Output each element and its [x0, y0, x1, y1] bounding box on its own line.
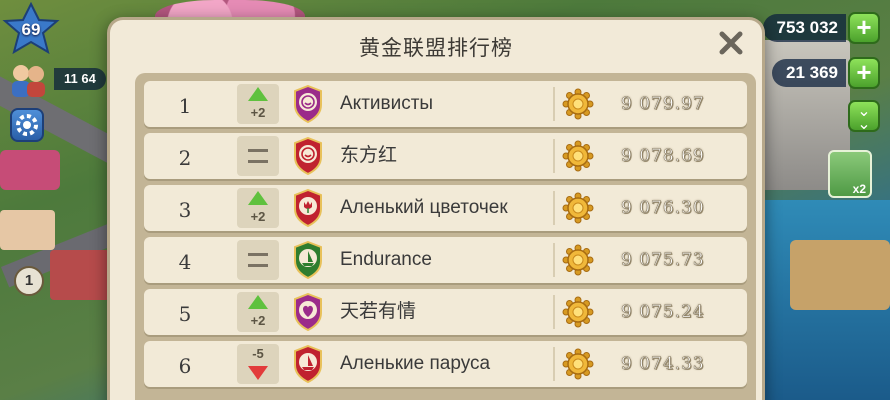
medal-icon [562, 244, 594, 276]
rank-number: 1 [178, 94, 192, 118]
expand-button[interactable]: ⌄ ⌄ [848, 100, 880, 133]
alliance-score: 9 075.24 [621, 302, 705, 323]
rank-same-icon [248, 253, 268, 267]
chevron-down-icon: ⌄ ⌄ [857, 103, 871, 133]
add-resource-button[interactable]: + [848, 12, 880, 44]
alliance-name: Endurance [340, 249, 432, 270]
boat-icon [294, 344, 322, 384]
divider [553, 347, 555, 381]
alliance-emblem [293, 188, 323, 228]
leaderboard-dialog: 黄金联盟排行榜 1 +2 Активисты 9 079.97 2 东方红 9 … [107, 17, 765, 400]
medal [562, 348, 594, 380]
alliance-score: 9 079.97 [621, 94, 705, 115]
alliance-score: 9 075.73 [621, 250, 705, 271]
smile-icon [294, 136, 322, 176]
alliance-name: 东方红 [340, 145, 398, 166]
gear-icon [16, 114, 38, 136]
level-number: 69 [21, 20, 41, 39]
medal [562, 88, 594, 120]
close-button[interactable] [716, 28, 746, 58]
tulip-icon [294, 188, 322, 228]
rank-change: +2 [250, 105, 266, 120]
medal-icon [562, 192, 594, 224]
leaderboard-row[interactable]: 6 -5 Аленькие паруса 9 074.33 [144, 341, 747, 387]
close-icon [719, 31, 743, 55]
rank-up-icon [248, 87, 268, 101]
alliance-score: 9 078.69 [621, 146, 705, 167]
alliance-score: 9 076.30 [621, 198, 705, 219]
leaderboard-list[interactable]: 1 +2 Активисты 9 079.97 2 东方红 9 078.69 3… [135, 73, 756, 400]
rank-change-box: +2 [237, 188, 279, 228]
alliance-emblem [293, 292, 323, 332]
rank-change: +2 [250, 209, 266, 224]
rank-change-box: +2 [237, 292, 279, 332]
alliance-name: Активисты [340, 93, 434, 114]
rank-up-icon [248, 295, 268, 309]
building [50, 250, 110, 300]
rank-number: 6 [178, 354, 192, 378]
leaderboard-row[interactable]: 5 +2 天若有情 9 075.24 [144, 289, 747, 335]
booster-card[interactable]: x2 [828, 150, 872, 198]
rank-change-box: +2 [237, 84, 279, 124]
avatar[interactable] [8, 62, 48, 98]
divider [553, 87, 555, 121]
divider [553, 191, 555, 225]
alliance-emblem [293, 344, 323, 384]
heart-icon [294, 292, 322, 332]
rank-number: 4 [178, 250, 192, 274]
building [0, 210, 55, 250]
leaderboard-row[interactable]: 1 +2 Активисты 9 079.97 [144, 81, 747, 127]
medal [562, 296, 594, 328]
medal-icon [562, 140, 594, 172]
rank-number: 5 [178, 302, 192, 326]
boat-icon [294, 240, 322, 280]
divider [553, 295, 555, 329]
alliance-name: Аленький цветочек [340, 197, 508, 218]
level-badge[interactable]: 69 [0, 2, 62, 58]
resource-counter: 753 032 [762, 14, 846, 42]
rank-up-icon [248, 191, 268, 205]
medal-icon [562, 88, 594, 120]
coins-counter: 11 64 [54, 68, 106, 90]
alliance-score: 9 074.33 [621, 354, 705, 375]
divider [553, 139, 555, 173]
alliance-name: 天若有情 [340, 301, 417, 322]
rank-change: +2 [250, 313, 266, 328]
divider [553, 243, 555, 277]
building [0, 150, 60, 190]
alliance-name: Аленькие паруса [340, 353, 491, 374]
settings-button[interactable] [10, 108, 44, 142]
rank-change-box [237, 240, 279, 280]
building [790, 240, 890, 310]
medal [562, 244, 594, 276]
resource-counter: 21 369 [772, 59, 846, 87]
leaderboard-row[interactable]: 4 Endurance 9 075.73 [144, 237, 747, 283]
rank-number: 2 [178, 146, 192, 170]
smile-icon [294, 84, 322, 124]
medal [562, 140, 594, 172]
rank-change-box [237, 136, 279, 176]
add-resource-button[interactable]: + [848, 57, 880, 89]
rank-change: -5 [252, 346, 264, 361]
rank-number: 3 [178, 198, 192, 222]
medal-icon [562, 296, 594, 328]
rank-down-icon [248, 366, 268, 380]
alliance-emblem [293, 136, 323, 176]
notification-badge[interactable]: 1 [14, 266, 44, 296]
rank-change-box: -5 [237, 344, 279, 384]
rank-same-icon [248, 149, 268, 163]
dialog-title: 黄金联盟排行榜 [359, 37, 513, 60]
leaderboard-row[interactable]: 2 东方红 9 078.69 [144, 133, 747, 179]
medal [562, 192, 594, 224]
alliance-emblem [293, 240, 323, 280]
leaderboard-row[interactable]: 3 +2 Аленький цветочек 9 076.30 [144, 185, 747, 231]
medal-icon [562, 348, 594, 380]
alliance-emblem [293, 84, 323, 124]
